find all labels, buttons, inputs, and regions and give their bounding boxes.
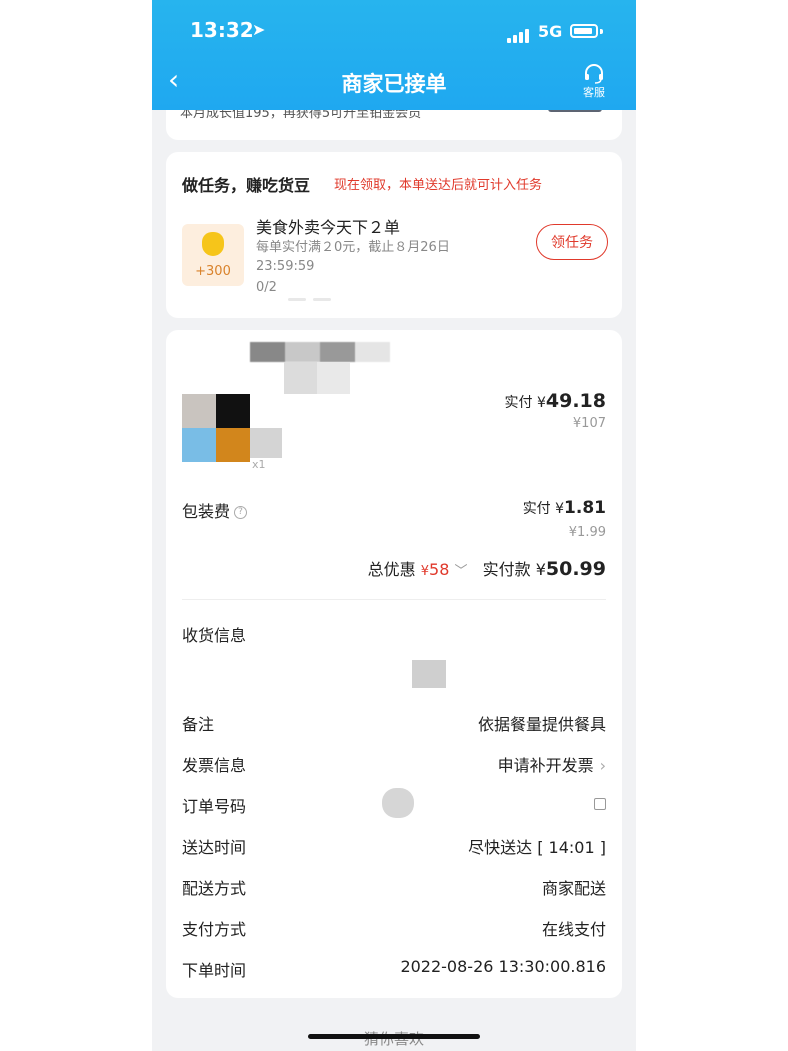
claim-task-button[interactable]: 领任务	[536, 224, 608, 260]
invoice-value: 申请补开发票	[497, 756, 594, 775]
store-name-blur	[250, 342, 390, 362]
discount-label: 总优惠	[367, 560, 416, 579]
discount-currency: ¥	[420, 564, 430, 579]
packaging-paid-price: 实付 ¥1.81	[523, 498, 606, 518]
discount-value: 58	[429, 560, 450, 579]
task-progress-bar	[288, 286, 338, 305]
total-label: 实付款 ¥	[482, 560, 546, 579]
product-image[interactable]	[182, 394, 250, 462]
home-indicator[interactable]	[308, 1034, 480, 1039]
task-subtitle: 现在领取，本单送达后就可计入任务	[334, 178, 543, 193]
task-name: 美食外卖今天下２单	[256, 218, 401, 237]
packaging-paid-value: 1.81	[564, 498, 606, 518]
item-original-price: ¥107	[572, 416, 606, 431]
page-title: 商家已接单	[341, 72, 447, 96]
customer-service-button[interactable]: 客服	[578, 64, 610, 100]
packaging-original-price: ¥1.99	[568, 525, 606, 540]
delivery-time-value: 尽快送达 [ 14:01 ]	[468, 838, 606, 857]
location-arrow-icon: ➤	[252, 20, 266, 39]
status-time: 13:32	[190, 18, 254, 42]
item-paid-value: 49.18	[545, 390, 606, 412]
top-bar: 13:32 ➤ 5G ‹ 商家已接单 客服	[152, 0, 636, 110]
battery-tip	[600, 29, 603, 34]
product-name-blur	[250, 428, 282, 458]
delivery-time-label: 送达时间	[182, 838, 247, 857]
payment-method-label: 支付方式	[182, 920, 247, 939]
order-number-label: 订单号码	[182, 797, 247, 816]
packaging-label-text: 包装费	[182, 502, 231, 521]
delivery-method-value: 商家配送	[541, 879, 606, 898]
task-card: 做任务，赚吃货豆 现在领取，本单送达后就可计入任务 +300 美食外卖今天下２单…	[166, 152, 622, 318]
invoice-label: 发票信息	[182, 756, 247, 775]
remark-value: 依据餐量提供餐具	[477, 715, 606, 734]
copy-icon[interactable]	[590, 793, 606, 812]
discount-amount[interactable]: ¥58	[421, 560, 450, 579]
service-label: 客服	[583, 86, 605, 99]
receiver-label: 收货信息	[182, 626, 247, 645]
remark-label: 备注	[182, 715, 215, 734]
chevron-down-icon[interactable]: ﹀	[455, 564, 468, 579]
delivery-method-label: 配送方式	[182, 879, 247, 898]
bean-icon	[202, 232, 224, 256]
task-description: 每单实付满２0元，截止８月26日 23:59:59	[256, 240, 450, 274]
payment-method-value: 在线支付	[541, 920, 606, 939]
invoice-link[interactable]: 申请补开发票 ›	[498, 752, 606, 776]
phone-screen: 13:32 ➤ 5G ‹ 商家已接单 客服 本月成长值195，再获得5可升至铂金…	[152, 0, 636, 1051]
divider	[182, 599, 606, 600]
task-progress: 0/2	[256, 280, 277, 295]
item-paid-label: 实付 ¥	[504, 395, 546, 411]
receiver-address-blur	[412, 660, 446, 688]
task-title: 做任务，赚吃货豆	[182, 176, 311, 195]
help-icon[interactable]: ?	[234, 506, 248, 519]
item-quantity: x1	[252, 458, 266, 471]
order-time-value: 2022-08-26 13:30:00.816	[400, 957, 606, 976]
item-paid-price: 实付 ¥49.18	[505, 390, 606, 412]
order-card: x1 实付 ¥49.18 ¥107 包装费? 实付 ¥1.81 ¥1.99 总优…	[166, 330, 622, 998]
packaging-paid-label: 实付 ¥	[522, 501, 565, 517]
battery-icon	[570, 24, 598, 38]
bean-badge: +300	[182, 224, 244, 286]
network-label: 5G	[538, 22, 563, 41]
packaging-label: 包装费?	[182, 498, 248, 522]
headset-icon	[585, 64, 603, 84]
signal-icon	[507, 24, 531, 43]
total-value: 50.99	[545, 558, 606, 580]
chevron-right-icon: ›	[599, 756, 606, 775]
order-number-blur	[382, 788, 414, 818]
order-summary: 总优惠 ¥58 ﹀ 实付款 ¥50.99	[368, 556, 606, 580]
store-sub-blur	[284, 362, 350, 394]
bean-points: +300	[195, 264, 231, 279]
order-time-label: 下单时间	[182, 961, 247, 980]
